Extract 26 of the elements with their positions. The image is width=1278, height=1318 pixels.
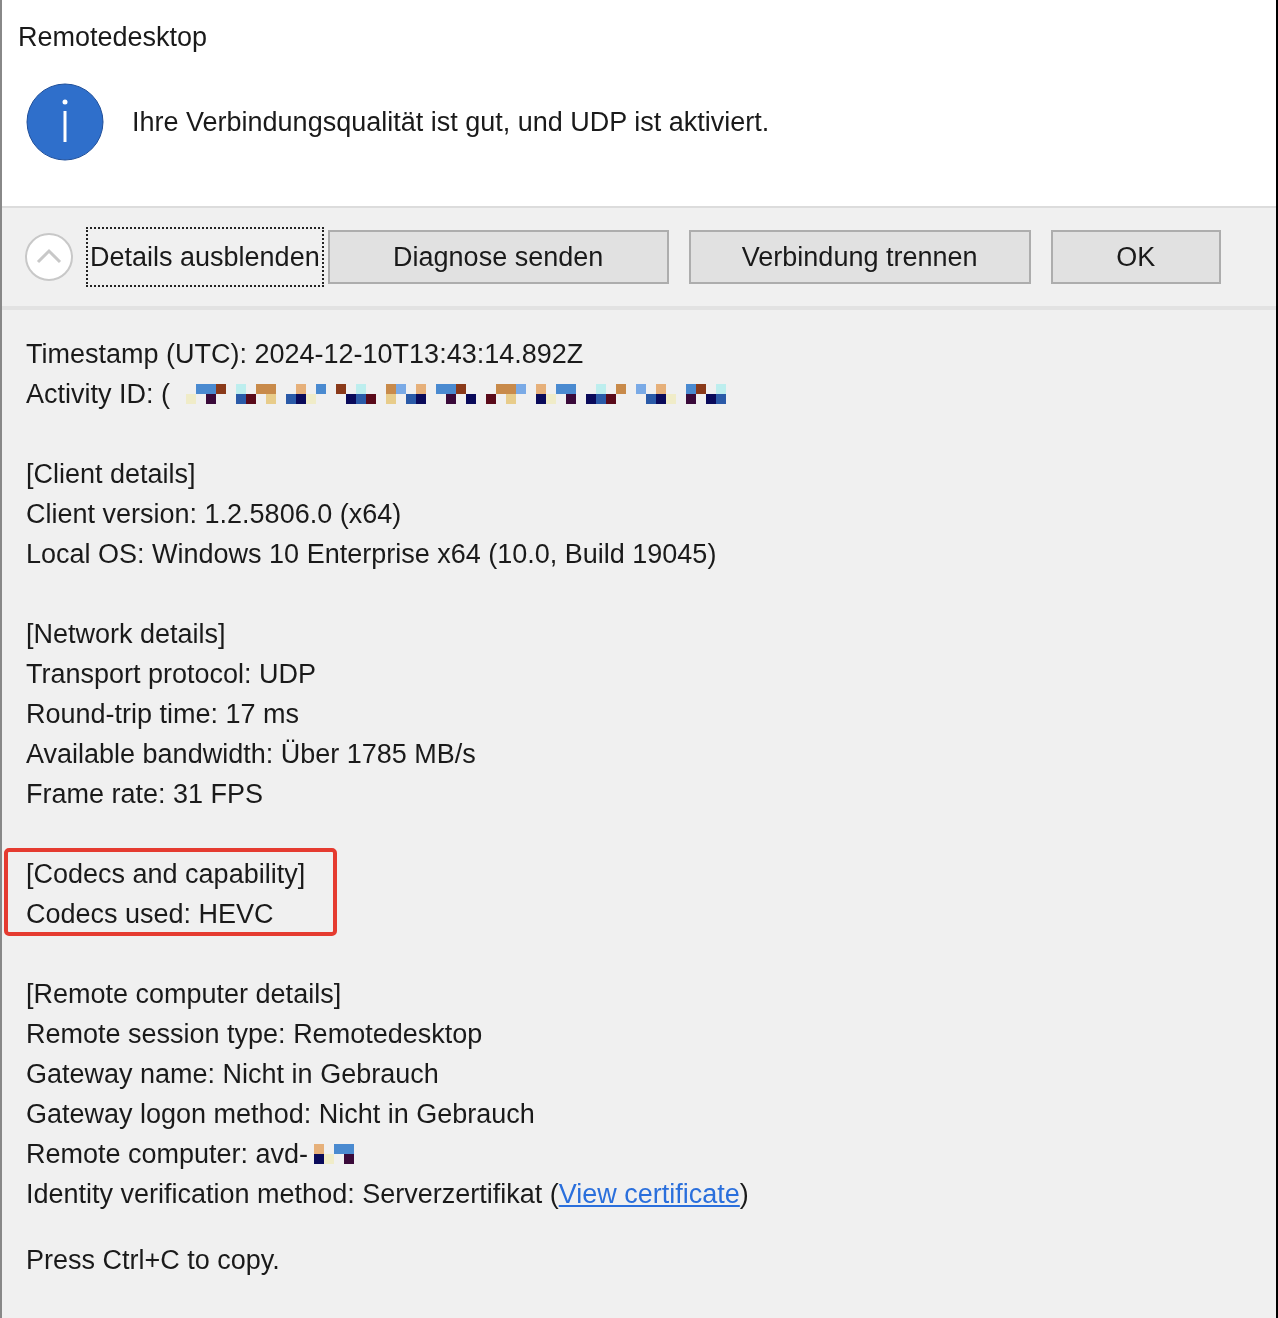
detail-label: Activity ID: (: [26, 378, 170, 411]
dialog-button[interactable]: Diagnose senden: [327, 230, 669, 284]
detail-line: Local OS: Windows 10 Enterprise x64 (10.0, Build 19045): [26, 538, 717, 571]
detail-line: Frame rate: 31 FPS: [26, 778, 264, 811]
window-title: Remotedesktop: [18, 21, 208, 54]
dialog-button[interactable]: OK: [1050, 230, 1221, 284]
message-text: Ihre Verbindungsqualität ist gut, und UDP ist aktiviert.: [132, 106, 770, 139]
section-heading: [Network details]: [26, 618, 226, 651]
section-heading: [Client details]: [26, 458, 196, 491]
detail-line: Round-trip time: 17 ms: [26, 698, 300, 731]
detail-line: Codecs used: HEVC: [26, 898, 274, 931]
details-toggle-button[interactable]: Details ausblenden: [24, 228, 324, 286]
section-heading: [Remote computer details]: [26, 978, 342, 1011]
detail-label: Remote computer: avd-: [26, 1138, 309, 1171]
detail-line: Transport protocol: UDP: [26, 658, 317, 691]
detail-line: Client version: 1.2.5806.0 (x64): [26, 498, 402, 531]
detail-line: Gateway logon method: Nicht in Gebrauch: [26, 1098, 535, 1131]
detail-line: Identity verification method: Serverzertifikat (: [26, 1178, 559, 1211]
dialog-button[interactable]: Verbindung trennen: [688, 230, 1031, 284]
closing-paren: ): [739, 1178, 749, 1211]
detail-line: Gateway name: Nicht in Gebrauch: [26, 1058, 439, 1091]
detail-line: Remote session type: Remotedesktop: [26, 1018, 483, 1051]
copy-hint: Press Ctrl+C to copy.: [26, 1244, 280, 1277]
detail-line: Available bandwidth: Über 1785 MB/s: [26, 738, 476, 771]
detail-line: Timestamp (UTC): 2024-12-10T13:43:14.892Z: [26, 338, 584, 371]
section-heading: [Codecs and capability]: [26, 858, 306, 891]
